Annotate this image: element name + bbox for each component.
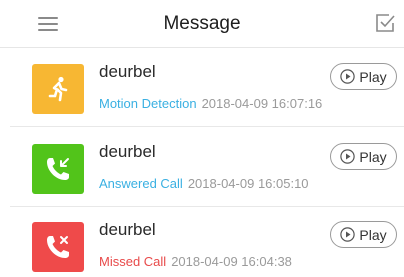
event-type: Missed Call [99,254,167,269]
phone-incoming-icon [47,158,69,180]
device-name: deurbel [99,62,156,81]
running-person-icon [48,76,68,102]
play-circle-icon [340,227,356,242]
event-timestamp: 2018-04-09 16:04:38 [171,254,292,269]
play-button[interactable]: Play [330,143,397,170]
answered-call-icon-box [32,144,84,194]
event-line: Answered Call 2018-04-09 16:05:10 [99,176,309,191]
play-label: Play [359,68,387,85]
missed-call-icon-box [32,222,84,272]
page-title: Message [163,13,241,34]
event-timestamp: 2018-04-09 16:07:16 [201,96,323,111]
select-edit-icon[interactable] [374,12,396,34]
event-line: Motion Detection 2018-04-09 16:07:16 [99,96,322,111]
event-timestamp: 2018-04-09 16:05:10 [187,176,309,191]
play-circle-icon [340,69,356,84]
play-button[interactable]: Play [330,221,397,248]
event-line: Missed Call 2018-04-09 16:04:38 [99,254,292,269]
play-button[interactable]: Play [330,63,397,90]
device-name: deurbel [99,142,156,161]
event-type: Answered Call [99,176,183,191]
phone-missed-icon [47,236,69,258]
device-name: deurbel [99,220,156,239]
message-item[interactable]: deurbel Motion Detection 2018-04-09 16:07… [0,49,404,127]
message-item[interactable]: deurbel Missed Call 2018-04-09 16:04:38 P… [0,207,404,277]
play-label: Play [359,226,387,243]
motion-detection-icon-box [32,64,84,114]
divider [10,126,404,127]
message-item[interactable]: deurbel Answered Call 2018-04-09 16:05:10… [0,129,404,207]
event-type: Motion Detection [99,96,197,111]
header-bar: Message [0,0,404,48]
play-label: Play [359,148,387,165]
play-circle-icon [340,149,356,164]
